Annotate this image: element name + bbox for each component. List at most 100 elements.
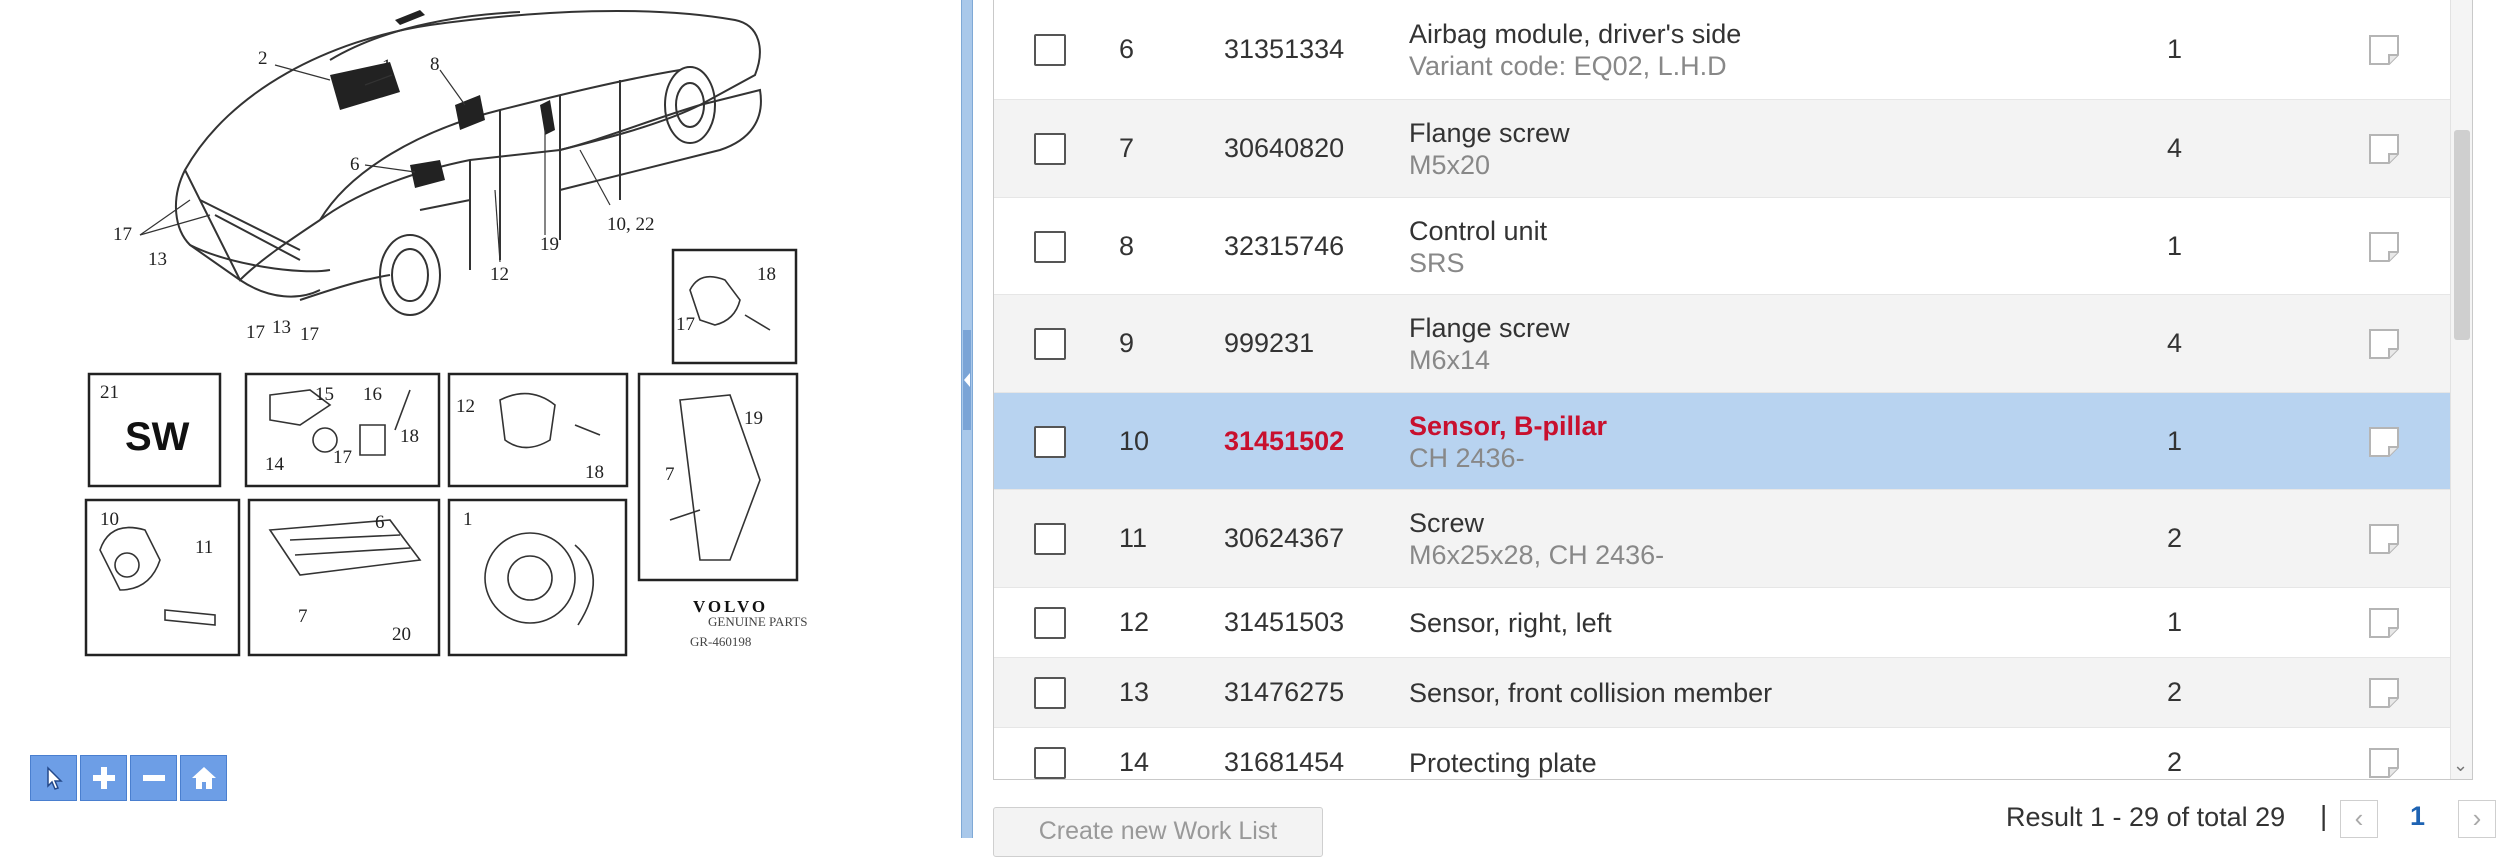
quantity: 1 — [2167, 34, 2183, 64]
create-work-list-button[interactable]: Create new Work List — [993, 807, 1323, 857]
position-number: 7 — [1119, 133, 1135, 163]
sw-label: SW — [125, 415, 190, 459]
part-description: Airbag module, driver's side Variant code… — [1409, 18, 1741, 82]
row-checkbox[interactable] — [1034, 230, 1066, 263]
quantity: 4 — [2167, 133, 2183, 163]
part-description: Sensor, right, left — [1409, 607, 1612, 639]
table-row[interactable]: 12 31451503 Sensor, right, left 1 — [994, 588, 2452, 658]
table-row[interactable]: 13 31476275 Sensor, front collision member… — [994, 658, 2452, 728]
pager-separator: | — [2320, 800, 2328, 831]
callout-19b: 19 — [744, 408, 763, 429]
table-scrollbar[interactable]: ⌄ — [2450, 0, 2472, 779]
zoom-in-button[interactable] — [80, 755, 127, 801]
home-button[interactable] — [180, 755, 227, 801]
part-number[interactable]: 30624367 — [1224, 523, 1344, 554]
table-row[interactable]: 6 31351334 Airbag module, driver's side Var… — [994, 0, 2452, 100]
part-number[interactable]: 31681454 — [1224, 747, 1344, 778]
quantity: 1 — [2167, 607, 2183, 637]
quantity: 4 — [2167, 328, 2183, 358]
description-text: Control unit — [1409, 215, 1548, 246]
row-checkbox[interactable] — [1034, 607, 1066, 639]
note-icon[interactable] — [2367, 746, 2401, 780]
table-row[interactable]: 10 31451502 Sensor, B-pillar CH 2436- 1 — [994, 393, 2452, 490]
callout-13: 13 — [148, 249, 167, 270]
part-number[interactable]: 31476275 — [1224, 677, 1344, 708]
row-checkbox[interactable] — [1034, 523, 1066, 555]
scroll-down-icon[interactable]: ⌄ — [2453, 755, 2468, 776]
note-icon[interactable] — [2367, 230, 2401, 264]
quantity: 2 — [2167, 747, 2183, 777]
exploded-parts-diagram[interactable]: 2 1 8 6 17 13 19 10, 22 12 17 13 17 18 1… — [0, 0, 960, 700]
volvo-brand-sub: GENUINE PARTS — [708, 614, 808, 629]
quantity: 1 — [2167, 425, 2183, 456]
description-text: Flange screw — [1409, 118, 1570, 148]
row-checkbox[interactable] — [1034, 34, 1066, 66]
table-row[interactable]: 14 31681454 Protecting plate 2 — [994, 728, 2452, 780]
scrollbar-thumb[interactable] — [2454, 130, 2470, 340]
part-description: Sensor, B-pillar CH 2436- — [1409, 410, 1607, 474]
select-tool-button[interactable] — [30, 755, 77, 801]
table-row[interactable]: 9 999231 Flange screw M6x14 4 — [994, 295, 2452, 393]
callout-1: 1 — [382, 56, 392, 77]
plus-icon — [92, 767, 115, 789]
callout-19: 19 — [540, 234, 559, 255]
drawing-reference: GR-460198 — [690, 634, 751, 649]
part-number[interactable]: 31451503 — [1224, 607, 1344, 638]
description-detail: CH 2436- — [1409, 442, 1525, 473]
zoom-out-button[interactable] — [130, 755, 177, 801]
part-description: Sensor, front collision member — [1409, 677, 1772, 709]
position-number: 14 — [1119, 747, 1150, 777]
description-text: Sensor, front collision member — [1409, 678, 1773, 708]
part-number[interactable]: 32315746 — [1224, 231, 1344, 262]
inset-frames — [84, 248, 799, 657]
next-page-button[interactable]: › — [2458, 800, 2496, 838]
splitter-handle[interactable] — [963, 330, 971, 430]
callout-11: 11 — [195, 537, 213, 558]
diagram-toolbar — [30, 755, 227, 801]
note-icon[interactable] — [2367, 33, 2401, 67]
description-text: Protecting plate — [1409, 748, 1597, 778]
description-text: Sensor, right, left — [1409, 608, 1612, 638]
callout-12: 12 — [490, 264, 509, 285]
note-icon[interactable] — [2367, 676, 2401, 710]
callout-17b: 17 — [246, 322, 265, 343]
table-row[interactable]: 11 30624367 Screw M6x25x28, CH 2436- 2 — [994, 490, 2452, 588]
callout-14: 14 — [265, 454, 285, 475]
description-text: Airbag module, driver's side — [1409, 19, 1742, 49]
callout-20: 20 — [392, 624, 411, 645]
part-description: Flange screw M5x20 — [1409, 117, 1570, 181]
table-row[interactable]: 8 32315746 Control unit SRS 1 — [994, 198, 2452, 295]
row-checkbox[interactable] — [1034, 328, 1066, 360]
part-number[interactable]: 999231 — [1224, 328, 1314, 359]
callout-17d: 17 — [676, 314, 695, 335]
part-number[interactable]: 30640820 — [1224, 133, 1344, 164]
note-icon[interactable] — [2367, 522, 2401, 556]
prev-page-button[interactable]: ‹ — [2340, 800, 2378, 838]
note-icon[interactable] — [2367, 132, 2401, 166]
part-number[interactable]: 31351334 — [1224, 34, 1344, 65]
car-dark-parts — [330, 10, 555, 188]
row-checkbox[interactable] — [1034, 133, 1066, 165]
note-icon[interactable] — [2367, 606, 2401, 640]
note-icon[interactable] — [2367, 425, 2401, 459]
current-page-number[interactable]: 1 — [2410, 801, 2425, 832]
part-description: Protecting plate — [1409, 747, 1597, 779]
note-icon[interactable] — [2367, 327, 2401, 361]
position-number: 10 — [1119, 425, 1150, 456]
position-number: 9 — [1119, 328, 1135, 358]
inset-part-sketches — [99, 275, 771, 626]
description-detail: Variant code: EQ02, L.H.D — [1409, 51, 1727, 81]
callout-12b: 12 — [456, 396, 475, 417]
parts-table: 6 31351334 Airbag module, driver's side Var… — [993, 0, 2473, 780]
row-checkbox[interactable] — [1034, 425, 1066, 458]
description-detail: M5x20 — [1409, 150, 1491, 180]
parts-list-pane: 6 31351334 Airbag module, driver's side Var… — [973, 0, 2500, 857]
pane-splitter[interactable] — [961, 0, 973, 838]
callout-17: 17 — [113, 224, 132, 245]
position-number: 8 — [1119, 230, 1135, 261]
callout-16: 16 — [363, 384, 382, 405]
row-checkbox[interactable] — [1034, 677, 1066, 709]
row-checkbox[interactable] — [1034, 747, 1066, 779]
part-number[interactable]: 31451502 — [1224, 426, 1344, 457]
table-row[interactable]: 7 30640820 Flange screw M5x20 4 — [994, 100, 2452, 198]
